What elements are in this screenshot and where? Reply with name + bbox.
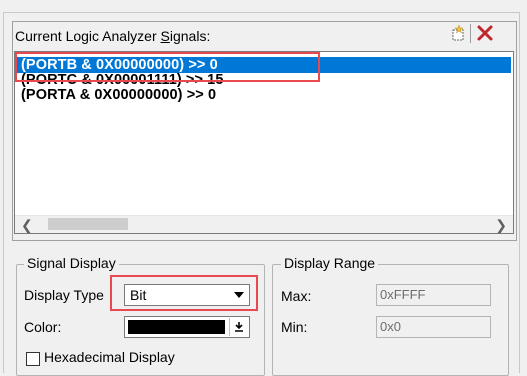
scroll-left-icon[interactable]: ❮ bbox=[21, 217, 33, 234]
min-field[interactable]: 0x0 bbox=[376, 316, 491, 338]
color-label: Color: bbox=[24, 319, 62, 335]
color-swatch bbox=[128, 320, 225, 334]
delete-signal-button[interactable] bbox=[474, 22, 496, 44]
new-signal-icon bbox=[452, 24, 464, 41]
hex-display-checkbox[interactable] bbox=[26, 352, 40, 366]
min-label: Min: bbox=[281, 319, 308, 335]
toolbar-separator bbox=[470, 24, 471, 43]
arrow-down-icon bbox=[235, 322, 243, 332]
highlight-display-type bbox=[110, 275, 258, 311]
max-label: Max: bbox=[281, 288, 312, 304]
scrollbar-thumb[interactable] bbox=[48, 218, 128, 230]
color-dropdown-button[interactable] bbox=[229, 318, 248, 336]
horizontal-scrollbar[interactable]: ❮ ❯ bbox=[15, 215, 513, 233]
scroll-right-icon[interactable]: ❯ bbox=[495, 217, 507, 234]
hex-display-label: Hexadecimal Display bbox=[44, 349, 175, 365]
new-signal-button[interactable] bbox=[447, 22, 469, 44]
delete-icon bbox=[477, 25, 493, 41]
max-field[interactable]: 0xFFFF bbox=[376, 284, 491, 306]
display-type-label: Display Type bbox=[24, 287, 104, 303]
highlight-selected-signal bbox=[15, 52, 320, 82]
display-range-title: Display Range bbox=[281, 255, 379, 271]
signal-display-title: Signal Display bbox=[24, 255, 119, 271]
signals-label: Current Logic Analyzer Signals: bbox=[15, 28, 211, 44]
list-item[interactable]: (PORTA & 0X00000000) >> 0 bbox=[17, 87, 511, 103]
color-picker[interactable] bbox=[124, 316, 250, 338]
